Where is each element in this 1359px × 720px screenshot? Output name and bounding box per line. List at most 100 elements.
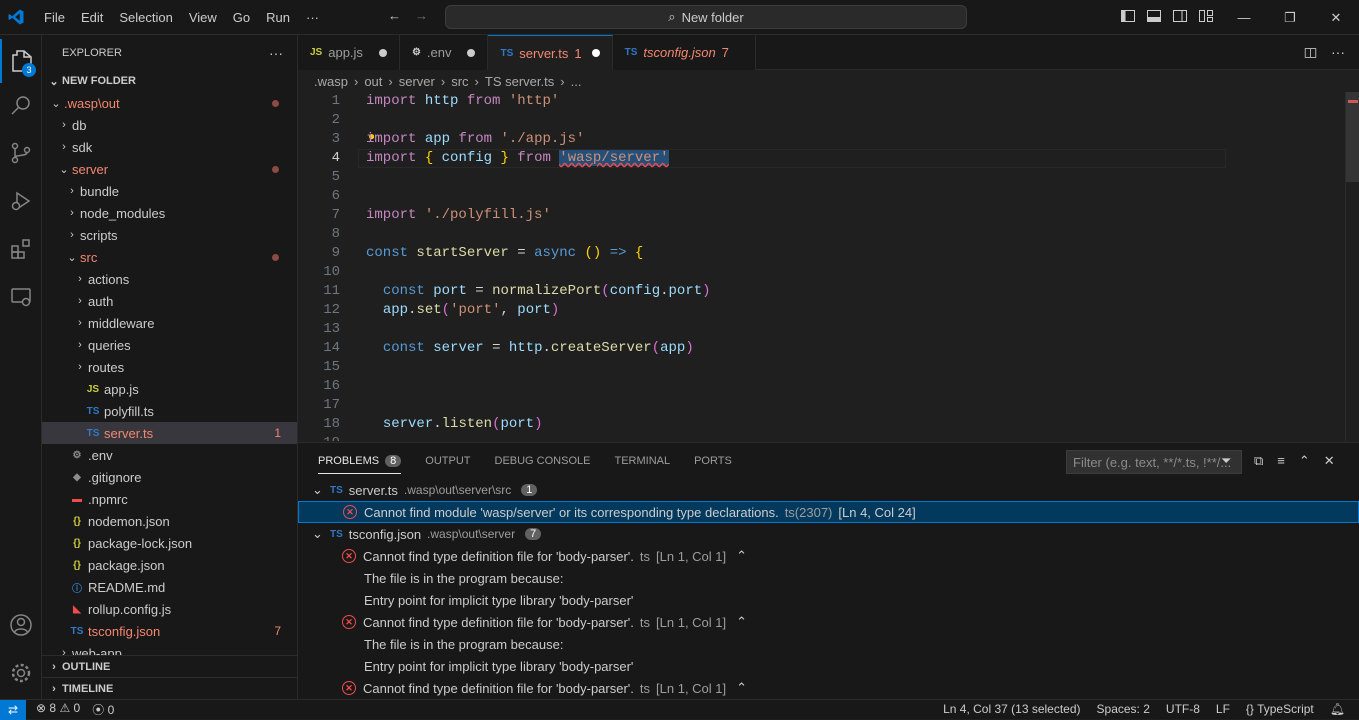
- tree-item[interactable]: ⌄ src: [42, 246, 297, 268]
- notifications-bell-icon[interactable]: 🔔︎: [1330, 702, 1345, 716]
- search-view-icon[interactable]: [0, 83, 42, 127]
- tree-item[interactable]: ⚙ .env: [42, 444, 297, 466]
- split-editor-icon[interactable]: [1304, 45, 1317, 61]
- extensions-icon[interactable]: [0, 227, 42, 271]
- tree-item[interactable]: › middleware: [42, 312, 297, 334]
- editor-scrollbar[interactable]: [1345, 92, 1359, 441]
- tree-item[interactable]: {} package.json: [42, 554, 297, 576]
- maximize-panel-icon[interactable]: ⌃: [1299, 453, 1310, 469]
- toggle-panel-icon[interactable]: [1146, 8, 1162, 24]
- customize-layout-icon[interactable]: [1198, 8, 1214, 24]
- tab-serverts[interactable]: TS server.ts 1: [488, 35, 613, 70]
- ports-status[interactable]: ⦿ 0: [92, 701, 114, 718]
- menu-selection[interactable]: Selection: [111, 0, 180, 35]
- tree-item[interactable]: TS server.ts 1: [42, 422, 297, 444]
- unsaved-dot-icon[interactable]: [378, 48, 387, 57]
- tree-item[interactable]: › auth: [42, 290, 297, 312]
- back-arrow-icon[interactable]: ←: [388, 8, 401, 23]
- menu-more[interactable]: ···: [298, 0, 327, 35]
- breadcrumb-item[interactable]: TS server.ts: [485, 74, 554, 89]
- timeline-section-header[interactable]: › TIMELINE: [42, 677, 297, 699]
- manage-gear-icon[interactable]: [0, 651, 42, 695]
- tree-item[interactable]: › db: [42, 114, 297, 136]
- outline-section-header[interactable]: › OUTLINE: [42, 655, 297, 677]
- tab-problems[interactable]: PROBLEMS 8: [318, 454, 402, 474]
- explorer-more-actions[interactable]: ···: [269, 45, 283, 61]
- collapse-all-icon[interactable]: ⧉: [1254, 453, 1263, 469]
- encoding[interactable]: UTF-8: [1166, 702, 1200, 716]
- unsaved-dot-icon[interactable]: [467, 48, 476, 57]
- tree-item[interactable]: {} package-lock.json: [42, 532, 297, 554]
- tab-terminal[interactable]: TERMINAL: [614, 455, 670, 467]
- tree-item[interactable]: ▬ .npmrc: [42, 488, 297, 510]
- problem-item[interactable]: ✕ Cannot find type definition file for 'b…: [298, 611, 1359, 633]
- indentation[interactable]: Spaces: 2: [1097, 702, 1150, 716]
- breadcrumb-item[interactable]: ...: [571, 74, 582, 89]
- language-mode[interactable]: {} TypeScript: [1246, 702, 1314, 716]
- run-debug-icon[interactable]: [0, 179, 42, 223]
- menu-edit[interactable]: Edit: [73, 0, 111, 35]
- scrollbar-thumb[interactable]: [1346, 92, 1359, 182]
- tab-output[interactable]: OUTPUT: [425, 455, 470, 467]
- tree-item[interactable]: ◣ rollup.config.js: [42, 598, 297, 620]
- problem-detail[interactable]: Entry point for implicit type library 'b…: [298, 655, 1359, 677]
- accounts-icon[interactable]: [0, 603, 42, 647]
- tree-item[interactable]: › bundle: [42, 180, 297, 202]
- view-as-list-icon[interactable]: ≡: [1277, 453, 1285, 469]
- breadcrumb-item[interactable]: src: [451, 74, 468, 89]
- tree-item[interactable]: ◆ .gitignore: [42, 466, 297, 488]
- tree-item[interactable]: ⌄ .wasp\out: [42, 92, 297, 114]
- close-panel-icon[interactable]: ✕: [1324, 453, 1335, 469]
- tree-item[interactable]: TS tsconfig.json 7: [42, 620, 297, 642]
- chevron-up-icon[interactable]: ⌃: [736, 614, 747, 630]
- problem-item[interactable]: ✕ Cannot find module 'wasp/server' or its…: [298, 501, 1359, 523]
- forward-arrow-icon[interactable]: →: [415, 8, 428, 23]
- tree-item[interactable]: › scripts: [42, 224, 297, 246]
- explorer-icon[interactable]: 3: [0, 39, 42, 83]
- tree-item[interactable]: › node_modules: [42, 202, 297, 224]
- tree-item[interactable]: JS app.js: [42, 378, 297, 400]
- problem-item[interactable]: ✕ Cannot find type definition file for 'b…: [298, 545, 1359, 567]
- tree-item[interactable]: › sdk: [42, 136, 297, 158]
- tab-env[interactable]: ⚙ .env: [399, 35, 489, 70]
- tree-item[interactable]: {} nodemon.json: [42, 510, 297, 532]
- tree-item[interactable]: ⌄ server: [42, 158, 297, 180]
- breadcrumb-item[interactable]: out: [364, 74, 382, 89]
- problems-filter-input[interactable]: Filter (e.g. text, **/*.ts, !**/...: [1066, 450, 1242, 474]
- menu-run[interactable]: Run: [258, 0, 298, 35]
- breadcrumb-item[interactable]: server: [399, 74, 435, 89]
- tree-item[interactable]: › routes: [42, 356, 297, 378]
- toggle-primary-sidebar-icon[interactable]: [1120, 8, 1136, 24]
- chevron-up-icon[interactable]: ⌃: [736, 680, 747, 696]
- folder-section-header[interactable]: ⌄ NEW FOLDER: [42, 70, 297, 92]
- remote-explorer-icon[interactable]: [0, 275, 42, 319]
- problem-detail[interactable]: The file is in the program because:: [298, 567, 1359, 589]
- close-window-icon[interactable]: ✕: [1313, 0, 1359, 35]
- code-editor[interactable]: ● 1 import http from 'http' 2 3 import a…: [298, 92, 1359, 441]
- remote-indicator-icon[interactable]: ⇄: [0, 699, 26, 720]
- minimize-icon[interactable]: —: [1221, 0, 1267, 35]
- problem-detail[interactable]: Entry point for implicit type library 'b…: [298, 589, 1359, 611]
- menu-view[interactable]: View: [181, 0, 225, 35]
- tree-item[interactable]: TS polyfill.ts: [42, 400, 297, 422]
- breadcrumb-item[interactable]: .wasp: [314, 74, 348, 89]
- menu-go[interactable]: Go: [225, 0, 258, 35]
- problem-item[interactable]: ✕ Cannot find type definition file for 'b…: [298, 677, 1359, 699]
- problem-detail[interactable]: The file is in the program because:: [298, 633, 1359, 655]
- menu-file[interactable]: File: [36, 0, 73, 35]
- unsaved-dot-icon[interactable]: [591, 49, 600, 57]
- problem-file-group[interactable]: ⌄ TS tsconfig.json .wasp\out\server 7: [298, 523, 1359, 545]
- tree-item[interactable]: ⓘ README.md: [42, 576, 297, 598]
- tree-item[interactable]: › actions: [42, 268, 297, 290]
- problems-status[interactable]: ⊗ 8 ⚠ 0: [36, 701, 80, 718]
- tab-appjs[interactable]: JS app.js: [298, 35, 400, 70]
- source-control-icon[interactable]: [0, 131, 42, 175]
- chevron-up-icon[interactable]: ⌃: [736, 548, 747, 564]
- cursor-position[interactable]: Ln 4, Col 37 (13 selected): [943, 702, 1080, 716]
- end-of-line[interactable]: LF: [1216, 702, 1230, 716]
- tab-tsconfigjson[interactable]: TS tsconfig.json 7: [612, 35, 756, 70]
- toggle-secondary-sidebar-icon[interactable]: [1172, 8, 1188, 24]
- restore-icon[interactable]: ❐: [1267, 0, 1313, 35]
- filter-icon[interactable]: ⏷: [1221, 453, 1231, 469]
- tab-ports[interactable]: PORTS: [694, 455, 732, 467]
